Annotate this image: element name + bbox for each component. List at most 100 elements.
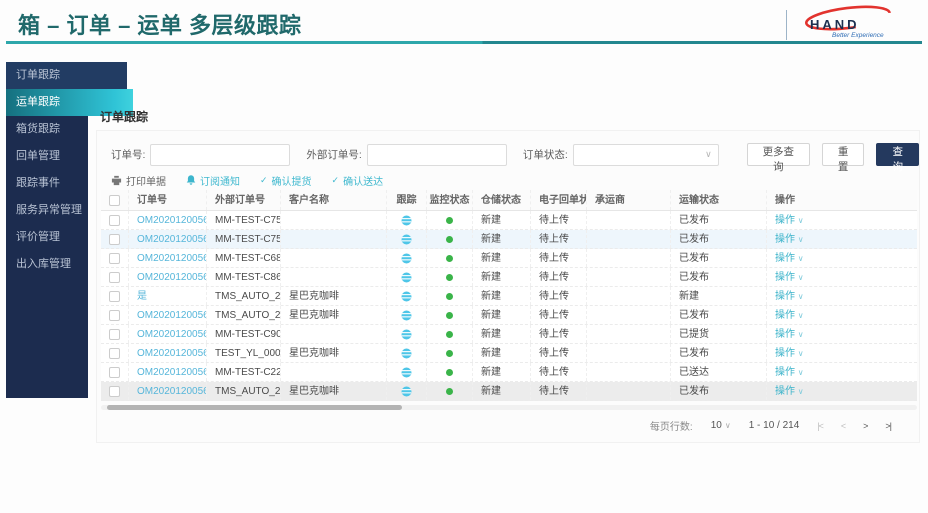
order-status-select[interactable]: ∨	[573, 144, 719, 166]
table-row: OM202012005682MM-TEST-C904新建待上传已提货操作 ∨	[101, 325, 917, 344]
row-actions-dropdown[interactable]: 操作 ∨	[775, 329, 804, 340]
track-globe-icon[interactable]	[401, 272, 412, 283]
chevron-down-icon: ∨	[798, 311, 804, 320]
content-card: 订单号: 外部订单号: 订单状态: ∨ 更多查询 重置 查询 打印单据订阅通知✓…	[96, 130, 920, 443]
monitor-status-dot	[427, 287, 473, 305]
page-size-select[interactable]: 10∨	[711, 420, 731, 431]
carrier	[587, 306, 671, 324]
track-globe-icon[interactable]	[401, 386, 412, 397]
row-actions-dropdown[interactable]: 操作 ∨	[775, 291, 804, 302]
row-actions-dropdown[interactable]: 操作 ∨	[775, 367, 804, 378]
order-number-link[interactable]: OM202012005681	[137, 348, 207, 359]
customer-name: 星巴克咖啡	[281, 382, 387, 400]
row-actions-dropdown[interactable]: 操作 ∨	[775, 234, 804, 245]
order-number-link[interactable]: OM202012005695	[137, 253, 207, 264]
scrollbar-thumb[interactable]	[107, 405, 402, 410]
track-globe-icon[interactable]	[401, 215, 412, 226]
track-globe-icon[interactable]	[401, 348, 412, 359]
confirm-pickup-button[interactable]: ✓确认提货	[260, 173, 312, 188]
prev-page-button[interactable]: <	[841, 421, 845, 431]
page-heading: 箱 – 订单 – 运单 多层级跟踪	[18, 8, 302, 40]
row-checkbox[interactable]	[101, 325, 129, 343]
table-row: OM202012005698...MM-TEST-C752新建待上传已发布操作 …	[101, 211, 917, 230]
track-globe-icon[interactable]	[401, 367, 412, 378]
check-icon: ✓	[260, 175, 268, 186]
receipt-status: 待上传	[531, 268, 587, 286]
more-query-button[interactable]: 更多查询	[747, 143, 810, 166]
sidebar-item-tracking-events[interactable]: 跟踪事件	[6, 170, 88, 197]
track-globe-icon[interactable]	[401, 310, 412, 321]
external-order-no-label: 外部订单号:	[306, 147, 361, 162]
warehouse-status: 新建	[473, 268, 531, 286]
order-number-link[interactable]: OM202012005686	[137, 310, 207, 321]
confirm-delivery-button[interactable]: ✓确认送达	[332, 173, 384, 188]
row-checkbox[interactable]	[101, 382, 129, 400]
sidebar-item-order-tracking[interactable]: 订单跟踪	[6, 62, 127, 89]
row-checkbox[interactable]	[101, 230, 129, 248]
first-page-button[interactable]: |<	[817, 421, 823, 431]
last-page-button[interactable]: >|	[885, 421, 891, 431]
carrier	[587, 211, 671, 229]
row-checkbox[interactable]	[101, 249, 129, 267]
order-number-link[interactable]: OM202012005677	[137, 367, 207, 378]
order-number-link[interactable]: OM202012005698...	[137, 215, 207, 226]
track-globe-icon[interactable]	[401, 329, 412, 340]
external-order-number: TEST_YL_0004	[207, 344, 281, 362]
transport-status: 已发布	[671, 344, 767, 362]
external-order-no-input[interactable]	[367, 144, 507, 166]
warehouse-status: 新建	[473, 382, 531, 400]
row-actions-dropdown[interactable]: 操作 ∨	[775, 386, 804, 397]
column-header-5: 仓储状态	[473, 190, 531, 210]
row-checkbox[interactable]	[101, 363, 129, 381]
rows-per-page-label: 每页行数:	[650, 418, 693, 433]
row-actions-dropdown[interactable]: 操作 ∨	[775, 272, 804, 283]
sidebar-item-warehouse-in-out-management[interactable]: 出入库管理	[6, 251, 88, 278]
track-globe-icon[interactable]	[401, 253, 412, 264]
order-number-link[interactable]: OM202012005698...	[137, 234, 207, 245]
row-checkbox[interactable]	[101, 344, 129, 362]
order-number-link[interactable]: OM202012005682	[137, 329, 207, 340]
order-number-link[interactable]: OM202012005694	[137, 272, 207, 283]
reset-button[interactable]: 重置	[822, 143, 865, 166]
table-row: 是TMS_AUTO_2020...星巴克咖啡新建待上传新建操作 ∨	[101, 287, 917, 306]
query-button[interactable]: 查询	[876, 143, 919, 166]
order-no-label: 订单号:	[111, 147, 145, 162]
next-page-button[interactable]: >	[863, 421, 867, 431]
sidebar-item-receipt-management[interactable]: 回单管理	[6, 143, 88, 170]
row-actions-dropdown[interactable]: 操作 ∨	[775, 348, 804, 359]
row-actions-dropdown[interactable]: 操作 ∨	[775, 253, 804, 264]
track-globe-icon[interactable]	[401, 291, 412, 302]
order-number-link[interactable]: OM202012005676	[137, 386, 207, 397]
carrier	[587, 344, 671, 362]
sidebar-item-service-exception-management[interactable]: 服务异常管理	[6, 197, 88, 224]
column-header-0: 订单号	[129, 190, 207, 210]
sidebar-item-evaluation-management[interactable]: 评价管理	[6, 224, 88, 251]
transport-status: 已提货	[671, 325, 767, 343]
select-all-checkbox[interactable]	[101, 190, 129, 210]
receipt-status: 待上传	[531, 306, 587, 324]
column-header-3: 跟踪	[387, 190, 427, 210]
track-globe-icon[interactable]	[401, 234, 412, 245]
order-number-link[interactable]: 是	[137, 291, 147, 302]
monitor-status-dot	[427, 344, 473, 362]
row-checkbox[interactable]	[101, 268, 129, 286]
row-actions-dropdown[interactable]: 操作 ∨	[775, 215, 804, 226]
chevron-down-icon: ∨	[705, 149, 712, 160]
sidebar-item-container-cargo-tracking[interactable]: 箱货跟踪	[6, 116, 88, 143]
horizontal-scrollbar[interactable]	[101, 405, 917, 410]
order-no-input[interactable]	[150, 144, 290, 166]
row-checkbox[interactable]	[101, 287, 129, 305]
row-checkbox[interactable]	[101, 306, 129, 324]
carrier	[587, 382, 671, 400]
receipt-status: 待上传	[531, 344, 587, 362]
print-receipts-button[interactable]: 打印单据	[111, 173, 166, 188]
customer-name: 星巴克咖啡	[281, 306, 387, 324]
bell-icon	[186, 175, 196, 186]
warehouse-status: 新建	[473, 249, 531, 267]
subscribe-notification-button[interactable]: 订阅通知	[186, 173, 240, 188]
transport-status: 已送达	[671, 363, 767, 381]
chevron-down-icon: ∨	[725, 421, 731, 430]
monitor-status-dot	[427, 363, 473, 381]
row-actions-dropdown[interactable]: 操作 ∨	[775, 310, 804, 321]
row-checkbox[interactable]	[101, 211, 129, 229]
